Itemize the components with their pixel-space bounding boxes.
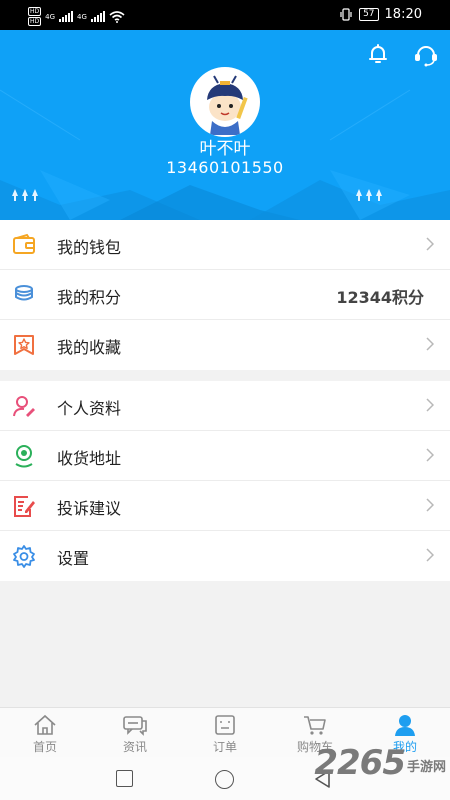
tab-label: 首页 <box>32 740 57 754</box>
signal-1-icon <box>59 11 74 22</box>
avatar-cartoon-icon <box>207 75 248 135</box>
sim2-hd-badge: HD <box>28 17 42 26</box>
wallet-icon <box>13 233 35 254</box>
chevron-right-icon <box>426 498 434 512</box>
watermark-number: 2265 <box>314 743 406 783</box>
menu-item-label: 设置 <box>57 549 90 568</box>
clock: 18:20 <box>384 7 422 22</box>
signal-2-icon <box>90 11 105 22</box>
chevron-right-icon <box>426 337 434 351</box>
menu-item-favorites[interactable]: 我的收藏 <box>0 320 450 370</box>
menu-item-label: 投诉建议 <box>57 499 122 518</box>
profile-header: 叶不叶 13460101550 <box>0 30 450 220</box>
user-phone: 13460101550 <box>166 158 284 177</box>
chat-icon <box>123 716 147 736</box>
bell-icon[interactable] <box>364 40 392 68</box>
network-type-1: 4G <box>45 12 56 21</box>
chevron-right-icon <box>426 398 434 412</box>
menu-item-wallet[interactable]: 我的钱包 <box>0 220 450 270</box>
tab-orders[interactable]: 订单 <box>180 708 270 757</box>
battery-indicator: 57 <box>359 8 379 21</box>
user-icon <box>395 715 415 736</box>
tab-label: 资讯 <box>122 740 147 754</box>
menu-item-label: 收货地址 <box>57 449 122 468</box>
location-icon <box>15 445 33 468</box>
customer-service-icon[interactable] <box>412 40 440 68</box>
feedback-edit-icon <box>14 496 35 517</box>
user-edit-icon <box>13 396 35 417</box>
coins-icon <box>15 285 33 301</box>
tab-home[interactable]: 首页 <box>0 708 90 757</box>
chevron-right-icon <box>426 548 434 562</box>
menu-group-account: 我的钱包 我的积分 12344积分 我的收藏 <box>0 220 450 370</box>
menu-item-feedback[interactable]: 投诉建议 <box>0 481 450 531</box>
menu-item-address[interactable]: 收货地址 <box>0 431 450 481</box>
wifi-icon <box>109 10 125 23</box>
menu-item-label: 我的积分 <box>57 288 122 307</box>
favorite-star-icon <box>14 335 34 355</box>
cart-icon <box>304 716 326 735</box>
menu-item-points[interactable]: 我的积分 12344积分 <box>0 270 450 320</box>
recent-apps-button[interactable] <box>116 770 133 787</box>
chevron-right-icon <box>426 237 434 251</box>
home-button[interactable] <box>215 770 234 789</box>
avatar[interactable] <box>190 67 260 137</box>
network-type-2: 4G <box>77 12 87 21</box>
chevron-right-icon <box>426 448 434 462</box>
gear-icon <box>13 545 35 568</box>
watermark: 2265 手游网 <box>314 745 446 781</box>
menu-item-label: 我的钱包 <box>57 238 122 257</box>
watermark-text: 手游网 <box>406 760 446 775</box>
home-icon <box>34 714 56 735</box>
menu-item-profile[interactable]: 个人资料 <box>0 381 450 431</box>
menu-item-label: 个人资料 <box>57 399 122 418</box>
menu-item-settings[interactable]: 设置 <box>0 531 450 581</box>
vibrate-icon <box>340 8 352 21</box>
menu-group-settings: 个人资料 收货地址 投诉建议 设置 <box>0 381 450 581</box>
sim1-hd-badge: HD <box>28 7 42 16</box>
status-bar: HD HD 4G 4G 57 18:20 <box>0 0 450 30</box>
tab-news[interactable]: 资讯 <box>90 708 180 757</box>
points-value: 12344积分 <box>336 288 424 307</box>
order-icon <box>215 715 235 735</box>
menu-item-label: 我的收藏 <box>57 338 122 357</box>
user-name: 叶不叶 <box>199 139 251 159</box>
tab-label: 订单 <box>212 740 237 754</box>
